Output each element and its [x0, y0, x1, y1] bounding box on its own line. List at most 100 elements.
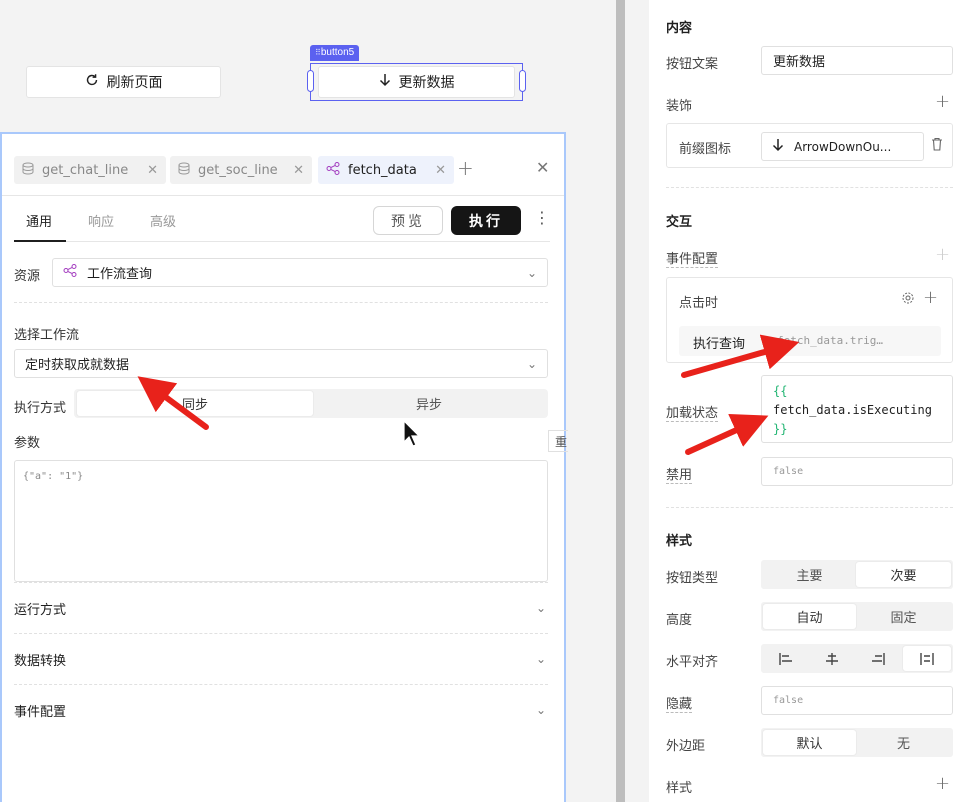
margin-default[interactable]: 默认 — [763, 730, 856, 755]
close-icon[interactable]: ✕ — [435, 163, 446, 178]
event-config-label: 事件配置 — [666, 248, 719, 268]
button-text-input[interactable]: 更新数据 — [761, 46, 953, 75]
prefix-icon-value: ArrowDownOu... — [794, 139, 892, 154]
hidden-label: 隐藏 — [666, 693, 693, 713]
height-fixed[interactable]: 固定 — [856, 604, 951, 629]
chevron-down-icon: ⌄ — [535, 703, 546, 717]
margin-none[interactable]: 无 — [856, 730, 951, 755]
align-right-icon[interactable] — [855, 646, 901, 671]
decoration-label: 装饰 — [666, 99, 693, 114]
tab-fetch-data[interactable]: fetch_data ✕ — [318, 156, 454, 184]
code-expression: fetch_data.isExecuting — [773, 403, 932, 417]
gear-icon[interactable] — [901, 291, 915, 309]
height-auto[interactable]: 自动 — [763, 604, 856, 629]
close-panel-icon[interactable]: ✕ — [536, 158, 549, 177]
loading-state-editor[interactable]: {{ fetch_data.isExecuting }} — [761, 375, 953, 443]
exec-mode-async[interactable]: 异步 — [313, 391, 545, 416]
chevron-down-icon: ⌄ — [526, 265, 537, 280]
button-type-secondary[interactable]: 次要 — [856, 562, 951, 587]
on-click-label: 点击时 — [679, 296, 719, 311]
resource-select[interactable]: 工作流查询 ⌄ — [52, 258, 548, 287]
align-justify-icon[interactable] — [903, 646, 951, 671]
tab-response[interactable]: 响应 — [88, 211, 114, 230]
trash-icon[interactable] — [931, 137, 943, 155]
code-open-brace: {{ — [773, 384, 788, 398]
section-data-transform[interactable]: 数据转换 ⌄ — [14, 634, 548, 684]
add-tab-icon[interactable]: + — [457, 156, 474, 180]
prefix-icon-box: 前缀图标 ArrowDownOu... — [666, 123, 953, 168]
query-tabs: get_chat_line ✕ get_soc_line ✕ fetch_dat… — [2, 134, 564, 196]
divider — [666, 187, 953, 188]
interaction-title: 交互 — [666, 215, 693, 230]
update-data-label: 更新数据 — [398, 75, 455, 91]
prefix-icon-label: 前缀图标 — [679, 142, 732, 157]
arrow-down-icon — [379, 73, 391, 91]
panel-divider[interactable] — [616, 0, 625, 802]
button-type-primary[interactable]: 主要 — [763, 562, 856, 587]
exec-mode-toggle: 同步 异步 — [74, 389, 548, 418]
section-label: 运行方式 — [14, 602, 67, 618]
section-label: 事件配置 — [14, 704, 67, 720]
prefix-icon-select[interactable]: ArrowDownOu... — [761, 132, 924, 161]
margin-toggle: 默认 无 — [761, 728, 953, 757]
gutter — [625, 0, 649, 802]
update-data-button[interactable]: 更新数据 — [318, 66, 515, 98]
tab-label: fetch_data — [348, 162, 417, 178]
tab-general[interactable]: 通用 — [26, 211, 52, 230]
database-icon — [22, 162, 34, 179]
run-button[interactable]: 执行 — [451, 206, 521, 235]
workflow-icon — [326, 161, 340, 179]
height-toggle: 自动 固定 — [761, 602, 953, 631]
tab-label: get_soc_line — [198, 162, 278, 178]
section-label: 数据转换 — [14, 653, 67, 669]
divider — [14, 302, 548, 303]
align-left-icon[interactable] — [763, 646, 809, 671]
style-label: 样式 — [666, 781, 693, 796]
add-decoration-icon[interactable]: + — [935, 91, 950, 112]
workflow-label: 选择工作流 — [14, 328, 80, 343]
workflow-select[interactable]: 定时获取成就数据 ⌄ — [14, 349, 548, 378]
chevron-down-icon: ⌄ — [535, 652, 546, 666]
halign-label: 水平对齐 — [666, 655, 719, 670]
margin-label: 外边距 — [666, 739, 706, 754]
params-label: 参数 — [14, 436, 41, 451]
section-run-mode[interactable]: 运行方式 ⌄ — [14, 583, 548, 633]
content-title: 内容 — [666, 21, 693, 36]
more-options-icon[interactable]: ⋮ — [534, 208, 550, 227]
code-close-brace: }} — [773, 422, 788, 436]
event-box: 点击时 + 执行查询 fetch_data.trig… — [666, 277, 953, 363]
refresh-page-label: 刷新页面 — [106, 75, 163, 91]
resource-value: 工作流查询 — [87, 267, 153, 282]
params-editor[interactable]: {"a": "1"} — [14, 460, 548, 582]
height-label: 高度 — [666, 613, 693, 628]
preview-button[interactable]: 预览 — [373, 206, 443, 235]
resize-handle-right[interactable] — [519, 70, 526, 92]
chevron-down-icon: ⌄ — [526, 356, 537, 371]
tab-get-soc-line[interactable]: get_soc_line ✕ — [170, 156, 312, 184]
align-center-icon[interactable] — [809, 646, 855, 671]
disabled-input[interactable]: false — [761, 457, 953, 486]
query-panel: get_chat_line ✕ get_soc_line ✕ fetch_dat… — [0, 132, 568, 802]
exec-mode-sync[interactable]: 同步 — [77, 391, 313, 416]
tab-advanced[interactable]: 高级 — [150, 211, 176, 230]
close-icon[interactable]: ✕ — [147, 163, 158, 178]
tab-label: get_chat_line — [42, 162, 129, 178]
add-action-icon[interactable]: + — [923, 287, 938, 308]
resource-label: 资源 — [14, 269, 41, 284]
canvas-area: 刷新页面 ⠿button5 更新数据 get_chat_line ✕ get_s… — [0, 0, 616, 802]
button-type-toggle: 主要 次要 — [761, 560, 953, 589]
add-style-icon[interactable]: + — [935, 773, 950, 794]
reset-button[interactable]: 重 — [548, 430, 568, 452]
hidden-input[interactable]: false — [761, 686, 953, 715]
close-icon[interactable]: ✕ — [293, 163, 304, 178]
add-event-icon[interactable]: + — [935, 244, 950, 265]
workflow-value: 定时获取成就数据 — [25, 358, 130, 373]
selection-tag: ⠿button5 — [310, 45, 360, 61]
divider — [666, 507, 953, 508]
section-event-config[interactable]: 事件配置 ⌄ — [14, 685, 548, 735]
tab-get-chat-line[interactable]: get_chat_line ✕ — [14, 156, 166, 184]
action-row[interactable]: 执行查询 fetch_data.trig… — [679, 326, 941, 356]
refresh-page-button[interactable]: 刷新页面 — [26, 66, 221, 98]
chevron-down-icon: ⌄ — [535, 601, 546, 615]
resize-handle-left[interactable] — [307, 70, 314, 92]
